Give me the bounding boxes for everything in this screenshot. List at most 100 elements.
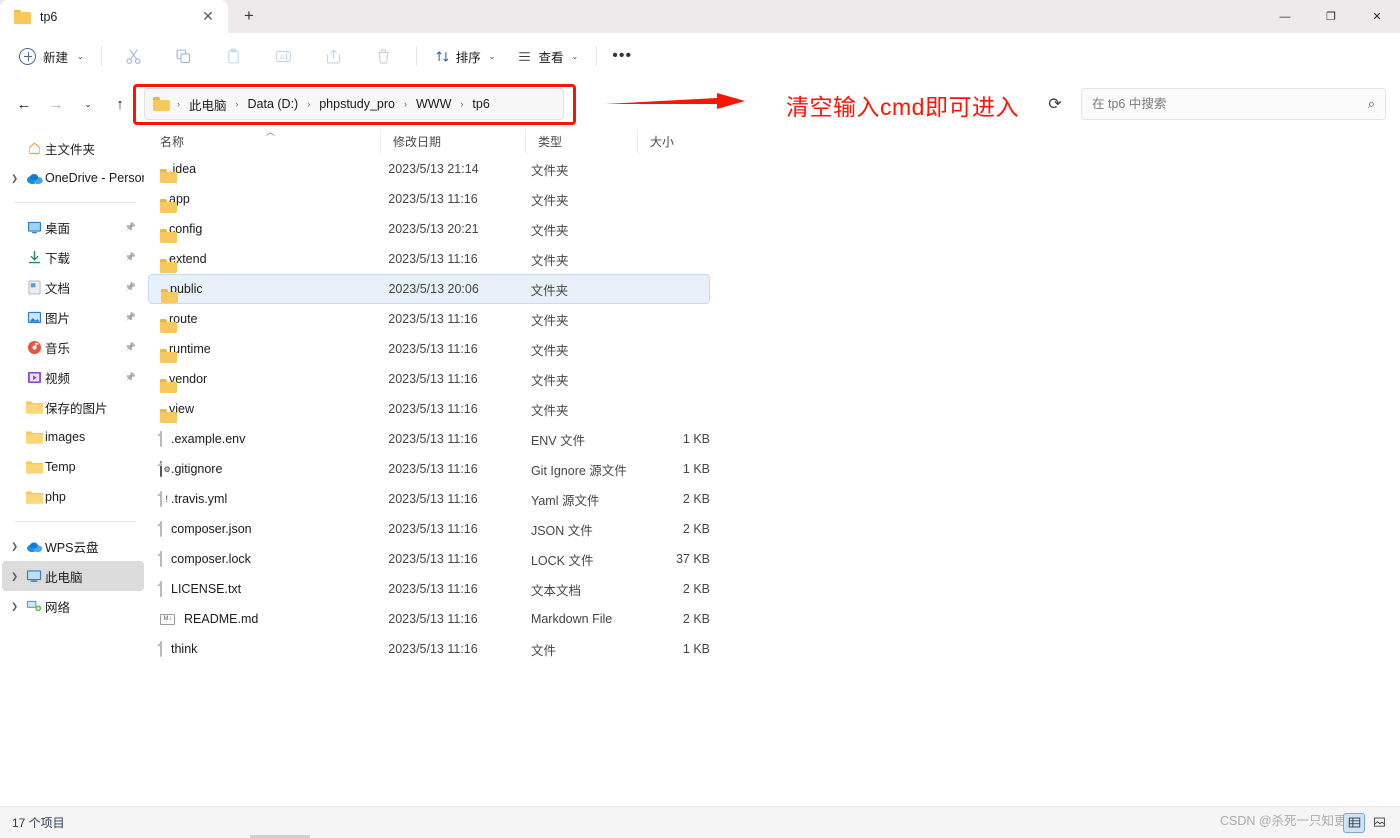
column-header-date[interactable]: 修改日期	[380, 129, 525, 154]
breadcrumb-separator: ›	[235, 99, 239, 109]
table-row[interactable]: composer.lock 2023/5/13 11:16 LOCK 文件 37 KB	[148, 544, 710, 574]
pin-icon[interactable]: 📌	[125, 252, 136, 263]
table-row[interactable]: vendor 2023/5/13 11:16 文件夹	[148, 364, 710, 394]
sidebar-item-保存的图片[interactable]: 保存的图片	[2, 392, 144, 422]
up-button[interactable]: ↑	[104, 88, 136, 120]
minimize-button[interactable]: —	[1262, 0, 1308, 33]
sidebar-item-下载[interactable]: 下载 📌	[2, 242, 144, 272]
table-row[interactable]: view 2023/5/13 11:16 文件夹	[148, 394, 710, 424]
sidebar-item-音乐[interactable]: 音乐 📌	[2, 332, 144, 362]
file-name-cell: view	[148, 402, 388, 423]
share-button[interactable]	[314, 40, 354, 72]
file-type-cell: LOCK 文件	[530, 553, 594, 568]
sidebar-item-Temp[interactable]: Temp	[2, 452, 144, 482]
table-row[interactable]: extend 2023/5/13 11:16 文件夹	[148, 244, 710, 274]
chevron-right-icon[interactable]: ❯	[6, 571, 23, 582]
breadcrumb-item-0[interactable]: 此电脑	[184, 92, 232, 117]
divider	[596, 46, 598, 66]
breadcrumb-item-3[interactable]: WWW	[411, 94, 456, 114]
pin-icon[interactable]: 📌	[125, 372, 136, 383]
column-header-name[interactable]: 名称 ︿	[148, 127, 380, 154]
markdown-icon: M↓	[160, 613, 175, 625]
item-count-label: 17 个项目	[12, 816, 65, 830]
table-row[interactable]: ⚙ .gitignore 2023/5/13 11:16 Git Ignore 源文件…	[148, 454, 710, 484]
breadcrumb-item-4[interactable]: tp6	[467, 94, 494, 114]
sidebar-item-此电脑[interactable]: ❯ 此电脑	[2, 561, 144, 591]
restore-button[interactable]: ❐	[1308, 0, 1354, 33]
column-header-size[interactable]: 大小	[637, 129, 707, 154]
table-row[interactable]: runtime 2023/5/13 11:16 文件夹	[148, 334, 710, 364]
file-name-cell: runtime	[148, 342, 388, 363]
paste-button[interactable]	[214, 40, 254, 72]
search-box[interactable]: ⌕	[1081, 88, 1386, 120]
back-button[interactable]: ←	[8, 88, 40, 120]
view-button[interactable]: 查看 ⌄	[507, 40, 588, 72]
file-name-label: .example.env	[171, 432, 246, 446]
file-size-cell: 37 KB	[675, 552, 711, 566]
breadcrumb[interactable]: › 此电脑 › Data (D:) › phpstudy_pro › WWW ›…	[144, 88, 564, 120]
folder-icon	[23, 460, 45, 474]
recent-locations-button[interactable]: ⌄	[72, 88, 104, 120]
rename-button[interactable]: A	[264, 40, 304, 72]
sidebar-item-OneDrive - Persor[interactable]: ❯ OneDrive - Persor	[2, 163, 144, 193]
chevron-right-icon[interactable]: ❯	[6, 601, 23, 612]
table-row[interactable]: LICENSE.txt 2023/5/13 11:16 文本文档 2 KB	[148, 574, 710, 604]
table-row[interactable]: .idea 2023/5/13 21:14 文件夹	[148, 154, 710, 184]
file-icon	[160, 551, 162, 567]
new-button[interactable]: 新建 ⌄	[12, 40, 93, 72]
copy-button[interactable]	[164, 40, 204, 72]
table-row[interactable]: composer.json 2023/5/13 11:16 JSON 文件 2 KB	[148, 514, 710, 544]
sidebar-item-主文件夹[interactable]: 主文件夹	[2, 133, 144, 163]
delete-button[interactable]	[364, 40, 404, 72]
column-header-type[interactable]: 类型	[525, 129, 637, 154]
breadcrumb-item-2[interactable]: phpstudy_pro	[314, 94, 400, 114]
forward-button[interactable]: →	[40, 88, 72, 120]
sidebar-item-label: 主文件夹	[45, 142, 96, 157]
cut-button[interactable]	[114, 40, 154, 72]
details-view-toggle[interactable]	[1343, 812, 1365, 833]
new-tab-button[interactable]: +	[234, 1, 264, 31]
refresh-button[interactable]: ⟳	[1040, 89, 1070, 119]
file-type-cell: Yaml 源文件	[530, 493, 600, 508]
command-bar: 新建 ⌄ A 排序 ⌄ 查看 ⌄ •••	[0, 33, 1400, 79]
table-row[interactable]: .example.env 2023/5/13 11:16 ENV 文件 1 KB	[148, 424, 710, 454]
sidebar-item-文档[interactable]: 文档 📌	[2, 272, 144, 302]
search-input[interactable]	[1092, 97, 1368, 111]
sidebar-item-图片[interactable]: 图片 📌	[2, 302, 144, 332]
pin-icon[interactable]: 📌	[125, 222, 136, 233]
table-row[interactable]: public 2023/5/13 20:06 文件夹	[148, 274, 710, 304]
chevron-right-icon[interactable]: ❯	[6, 173, 23, 184]
sidebar-item-桌面[interactable]: 桌面 📌	[2, 212, 144, 242]
pin-icon[interactable]: 📌	[125, 312, 136, 323]
annotation-text: 清空输入cmd即可进入	[786, 94, 1019, 120]
folder-icon	[23, 430, 45, 444]
file-type-cell: ENV 文件	[530, 433, 586, 448]
tab-tp6[interactable]: tp6 ✕	[0, 0, 228, 33]
sidebar-item-images[interactable]: images	[2, 422, 144, 452]
sidebar-item-WPS云盘[interactable]: ❯ WPS云盘	[2, 531, 144, 561]
file-name-cell: .idea	[148, 162, 388, 183]
pin-icon[interactable]: 📌	[125, 342, 136, 353]
chevron-right-icon[interactable]: ❯	[6, 541, 23, 552]
close-tab-icon[interactable]: ✕	[196, 5, 220, 29]
close-window-button[interactable]: ✕	[1354, 0, 1400, 33]
breadcrumb-item-1[interactable]: Data (D:)	[243, 94, 304, 114]
table-row[interactable]: ! .travis.yml 2023/5/13 11:16 Yaml 源文件 2 KB	[148, 484, 710, 514]
file-size-cell: 2 KB	[682, 582, 711, 596]
table-row[interactable]: think 2023/5/13 11:16 文件 1 KB	[148, 634, 710, 664]
file-date-cell: 2023/5/13 11:16	[388, 192, 478, 206]
table-row[interactable]: config 2023/5/13 20:21 文件夹	[148, 214, 710, 244]
table-row[interactable]: M↓ README.md 2023/5/13 11:16 Markdown File 2…	[148, 604, 710, 634]
file-name-cell: composer.json	[148, 521, 388, 537]
file-name-cell: ⚙ .gitignore	[148, 461, 388, 477]
sidebar-item-视频[interactable]: 视频 📌	[2, 362, 144, 392]
table-row[interactable]: app 2023/5/13 11:16 文件夹	[148, 184, 710, 214]
pin-icon[interactable]: 📌	[125, 282, 136, 293]
more-options-button[interactable]: •••	[605, 40, 639, 72]
title-bar: tp6 ✕ + — ❐ ✕	[0, 0, 1400, 33]
sidebar-item-php[interactable]: php	[2, 482, 144, 512]
sidebar-item-网络[interactable]: ❯ 网络	[2, 591, 144, 621]
large-icons-view-toggle[interactable]	[1368, 813, 1390, 833]
sort-button[interactable]: 排序 ⌄	[425, 40, 506, 72]
table-row[interactable]: route 2023/5/13 11:16 文件夹	[148, 304, 710, 334]
